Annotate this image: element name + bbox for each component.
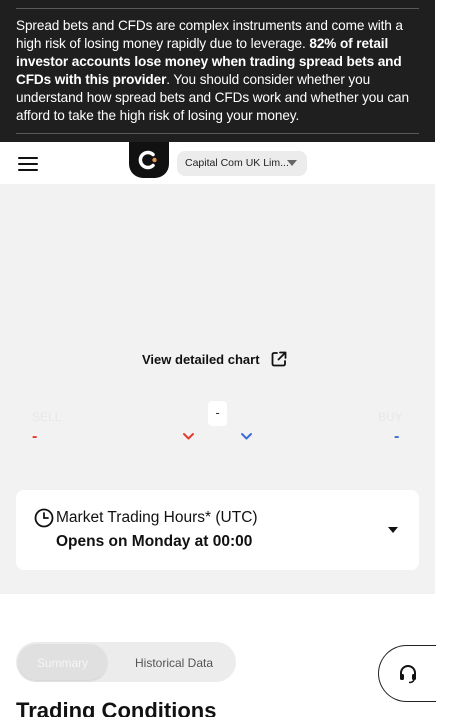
sell-label: SELL (32, 410, 62, 424)
caret-down-icon (287, 160, 297, 166)
clock-icon (34, 508, 54, 528)
detailed-chart-label: View detailed chart (142, 351, 260, 367)
view-detailed-chart-link[interactable]: View detailed chart (142, 349, 288, 369)
market-hours-status: Opens on Monday at 00:00 (56, 533, 253, 550)
risk-warning-text: Spread bets and CFDs are complex instrum… (16, 9, 419, 133)
hamburger-menu-icon[interactable] (18, 157, 38, 171)
tab-summary[interactable]: Summary (18, 644, 107, 680)
risk-divider-bottom (16, 133, 419, 134)
entity-select-value: Capital Com UK Lim... (185, 157, 289, 169)
capital-com-logo[interactable] (129, 142, 169, 178)
buy-chevron-down-icon (241, 433, 252, 440)
buy-price[interactable]: - (394, 428, 399, 446)
market-hours-dropdown[interactable]: Market Trading Hours* (UTC) Opens on Mon… (16, 490, 419, 570)
support-button[interactable] (378, 645, 436, 702)
entity-select[interactable]: Capital Com UK Lim... (177, 151, 307, 176)
sell-chevron-down-icon (183, 433, 194, 440)
logo-mark-icon (138, 150, 157, 170)
caret-down-icon (388, 527, 398, 533)
tab-bar: Summary Historical Data (16, 642, 236, 682)
trading-conditions-heading: Trading Conditions (16, 698, 217, 717)
headset-icon (400, 665, 416, 684)
buy-label: BUY (378, 410, 403, 424)
sell-price[interactable]: - (32, 428, 37, 446)
external-link-icon (271, 351, 286, 367)
risk-warning-banner: Spread bets and CFDs are complex instrum… (0, 0, 435, 142)
market-hours-title: Market Trading Hours* (UTC) (56, 509, 258, 526)
spread-value: - (208, 401, 227, 426)
tab-historical-data[interactable]: Historical Data (116, 644, 232, 680)
